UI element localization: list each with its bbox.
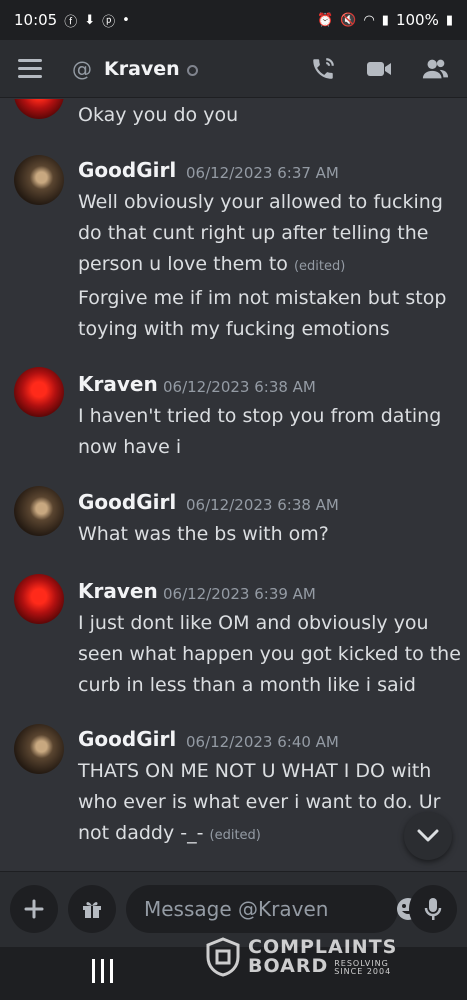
message-text: toying with my fucking emotions xyxy=(78,318,390,340)
edited-tag: (edited) xyxy=(209,828,261,843)
message-timestamp: 06/12/2023 6:38 AM xyxy=(163,378,316,396)
message-text: THATS ON ME NOT U WHAT I DO with xyxy=(78,760,432,782)
message-text: I just dont like OM and obviously you xyxy=(78,612,429,634)
message-text: Well obviously your allowed to fucking xyxy=(78,191,443,213)
message-text: person u love them to xyxy=(78,253,288,275)
facebook-icon: ⓕ xyxy=(64,14,78,30)
message-timestamp: 06/12/2023 6:38 AM xyxy=(186,496,339,514)
message-text: curb in less than a month like i said xyxy=(78,674,416,696)
message-author[interactable]: GoodGirl xyxy=(78,490,176,514)
battery-level: 100% xyxy=(395,11,439,29)
dm-header: @ Kraven xyxy=(0,40,467,98)
mute-icon: 🔇 xyxy=(340,12,357,28)
complaints-board-watermark: COMPLAINTS BOARD RESOLVING SINCE 2004 xyxy=(206,937,397,977)
plus-icon xyxy=(24,899,44,919)
status-bar: 10:05 ⓕ ⬇ ⓟ • ⏰ 🔇 ◠ ▮ 100% ▮ xyxy=(0,0,467,40)
chevron-down-icon xyxy=(417,829,439,842)
add-attachment-button[interactable] xyxy=(10,885,58,933)
video-camera-icon xyxy=(367,61,391,76)
watermark-tagline: SINCE 2004 xyxy=(334,967,392,976)
message-text: What was the bs with om? xyxy=(78,523,329,545)
message-text: I haven't tried to stop you from dating xyxy=(78,405,442,427)
video-call-button[interactable] xyxy=(365,55,393,83)
phone-icon xyxy=(313,57,334,79)
avatar[interactable] xyxy=(14,486,64,536)
signal-icon: ▮ xyxy=(381,12,389,28)
message-timestamp: 06/12/2023 6:39 AM xyxy=(163,585,316,603)
people-icon xyxy=(422,59,449,78)
message-text-line: person u love them to (edited) xyxy=(78,249,345,282)
battery-icon: ▮ xyxy=(445,12,453,28)
at-icon: @ xyxy=(72,56,92,81)
dm-title[interactable]: Kraven xyxy=(104,58,180,80)
alarm-icon: ⏰ xyxy=(317,12,334,28)
message-text: do that cunt right up after telling the xyxy=(78,222,429,244)
watermark-line2: BOARD xyxy=(248,955,329,977)
avatar[interactable] xyxy=(14,99,64,119)
message-text: Okay you do you xyxy=(78,104,239,126)
recent-apps-button[interactable] xyxy=(92,959,113,983)
edited-tag: (edited) xyxy=(293,259,346,274)
message-author[interactable]: Kraven xyxy=(78,579,158,603)
wifi-icon: ◠ xyxy=(363,12,375,28)
avatar[interactable] xyxy=(14,724,64,774)
jump-to-latest-button[interactable] xyxy=(404,812,452,860)
voice-call-button[interactable] xyxy=(309,55,337,83)
message-timestamp: 06/12/2023 6:40 AM xyxy=(186,733,339,751)
status-time: 10:05 xyxy=(14,11,58,29)
message-text: who ever is what ever i want to do. Ur xyxy=(78,791,441,813)
members-button[interactable] xyxy=(421,55,449,83)
voice-message-button[interactable] xyxy=(409,885,457,933)
message-list[interactable]: Okay you do you GoodGirl 06/12/2023 6:37… xyxy=(0,99,467,871)
message-text: now have i xyxy=(78,436,182,458)
message-timestamp: 06/12/2023 6:37 AM xyxy=(186,164,339,182)
message-box xyxy=(126,885,419,933)
pinterest-icon: ⓟ xyxy=(102,14,116,30)
microphone-icon xyxy=(424,898,442,920)
shield-logo-icon xyxy=(206,937,240,977)
avatar[interactable] xyxy=(14,574,64,624)
message-author[interactable]: GoodGirl xyxy=(78,158,176,182)
offline-status-icon xyxy=(186,64,198,76)
menu-icon[interactable] xyxy=(18,59,42,78)
message-text: not daddy -_- xyxy=(78,822,204,844)
avatar[interactable] xyxy=(14,155,64,205)
gift-icon xyxy=(83,902,101,918)
message-text-line: not daddy -_- (edited) xyxy=(78,818,261,851)
message-input[interactable] xyxy=(142,896,395,922)
avatar[interactable] xyxy=(14,367,64,417)
message-author[interactable]: Kraven xyxy=(78,372,158,396)
download-icon: ⬇ xyxy=(84,12,96,28)
notification-dot-icon: • xyxy=(122,12,130,28)
message-text: Forgive me if im not mistaken but stop xyxy=(78,287,447,309)
message-author[interactable]: GoodGirl xyxy=(78,727,176,751)
gift-button[interactable] xyxy=(68,885,116,933)
message-text: seen what happen you got kicked to the xyxy=(78,643,461,665)
